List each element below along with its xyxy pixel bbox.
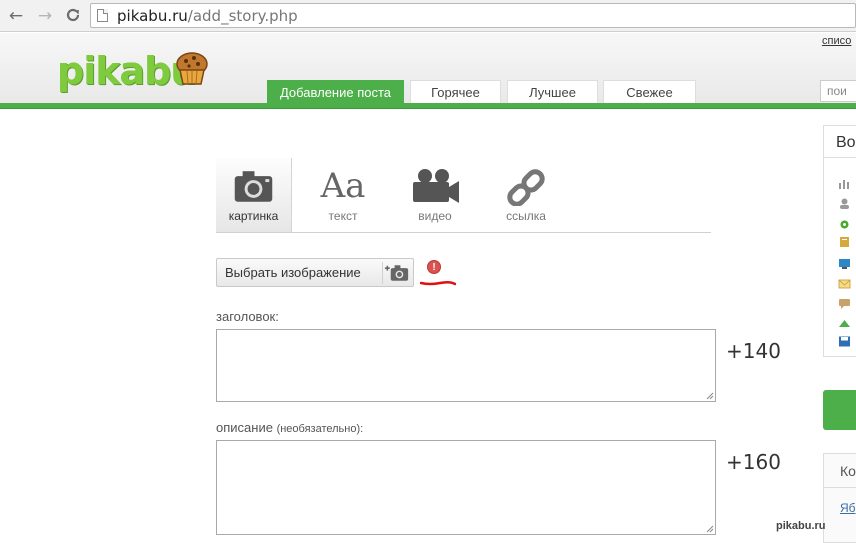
description-label-text: описание [216,420,273,435]
sidebar-box-heading: Ко [824,454,856,488]
type-tab-video[interactable]: видео [397,158,473,232]
user-icon[interactable] [838,198,851,209]
resize-handle-icon[interactable] [706,525,714,533]
type-tab-label: картинка [228,209,279,223]
tab-fresh[interactable]: Свежее [603,80,696,103]
header-divider [0,103,856,109]
muffin-logo-icon [176,52,208,85]
url-text: pikabu.ru/add_story.php [117,7,298,25]
monitor-icon[interactable] [838,258,851,269]
gear-icon[interactable] [838,219,851,230]
forward-button[interactable]: → [35,6,55,26]
url-path: /add_story.php [187,7,298,25]
chart-icon[interactable] [838,178,851,189]
description-char-counter: +160 [726,450,781,474]
resize-handle-icon[interactable] [706,392,714,400]
title-char-counter: +140 [726,339,781,363]
title-textarea[interactable] [216,329,716,402]
type-tab-link[interactable]: ссылка [488,158,564,232]
type-tab-picture[interactable]: картинка [216,158,292,232]
type-tab-label: текст [328,209,358,223]
video-camera-icon [413,169,459,203]
choose-image-label: Выбрать изображение [225,265,361,280]
search-input[interactable]: пои [820,80,856,102]
text-aa-icon: Aa [320,166,366,206]
reload-icon [66,8,80,22]
sidebar-link[interactable]: Яб [840,501,856,515]
page-icon [97,9,108,22]
top-link[interactable]: списо [822,35,851,47]
arrow-up-icon[interactable] [838,318,851,329]
sidebar-box-heading: Во [824,126,856,158]
comment-icon[interactable] [838,298,851,309]
sidebar-green-button[interactable] [823,390,856,430]
save-icon[interactable] [838,336,851,347]
warning-icon: ! [427,260,441,274]
type-tab-text[interactable]: Aa текст [305,158,381,232]
red-underline-annotation [420,280,456,286]
type-tabs-divider [216,232,711,233]
type-tab-label: видео [418,209,452,223]
tab-add-post[interactable]: Добавление поста [267,80,404,103]
link-icon [507,169,545,206]
description-label: описание (необязательно): [216,420,363,435]
type-tab-label: ссылка [506,209,546,223]
url-host: pikabu.ru [117,7,188,25]
sidebar-menu-box: Во [823,125,856,357]
mail-icon[interactable] [838,278,851,289]
description-textarea[interactable] [216,440,716,535]
browser-toolbar: ← → pikabu.ru/add_story.php [0,0,856,32]
address-bar[interactable]: pikabu.ru/add_story.php [90,3,856,28]
back-button[interactable]: ← [6,6,26,26]
book-icon[interactable] [838,236,851,247]
title-label: заголовок: [216,309,279,324]
choose-image-button[interactable]: Выбрать изображение [216,258,414,287]
reload-button[interactable] [63,6,83,26]
sidebar-comments-box: Ко Яб [823,453,856,543]
tab-hot[interactable]: Горячее [410,80,501,103]
watermark: pikabu.ru [776,520,826,532]
camera-icon [234,171,273,202]
tab-best[interactable]: Лучшее [507,80,598,103]
add-photo-icon [382,262,409,284]
description-optional-note: (необязательно): [276,423,364,435]
